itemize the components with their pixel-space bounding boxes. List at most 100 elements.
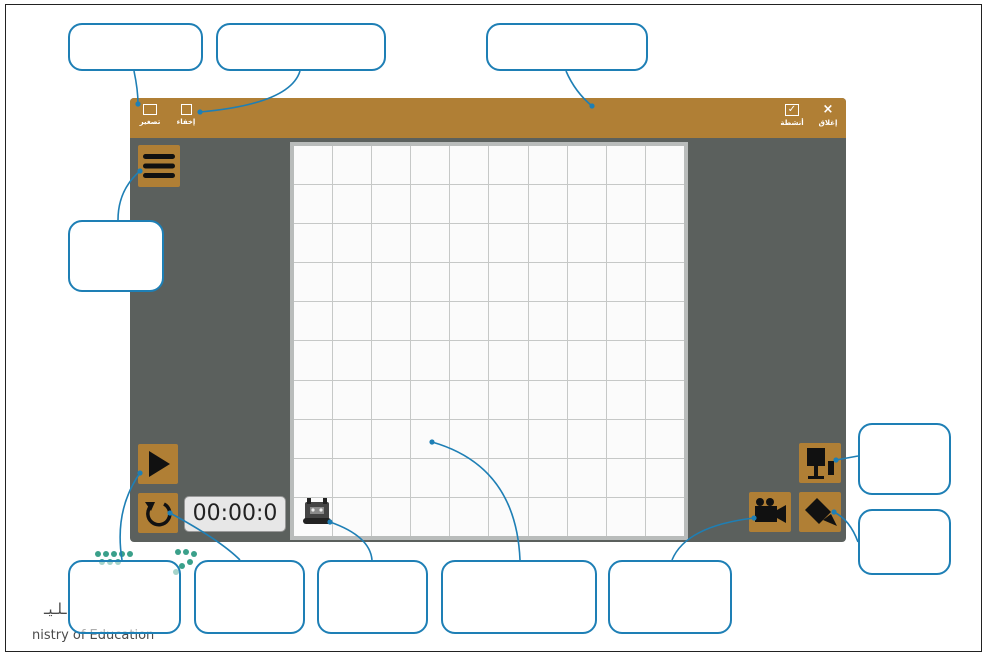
grid-cell[interactable] [567, 419, 606, 458]
grid-cell[interactable] [645, 185, 684, 224]
grid-cell[interactable] [645, 497, 684, 536]
grid-cell[interactable] [450, 458, 489, 497]
grid-cell[interactable] [606, 146, 645, 185]
grid-cell[interactable] [333, 419, 372, 458]
grid-cell[interactable] [333, 146, 372, 185]
grid-cell[interactable] [606, 458, 645, 497]
grid-cell[interactable] [567, 497, 606, 536]
grid-cell[interactable] [372, 185, 411, 224]
grid-cell[interactable] [528, 146, 567, 185]
grid-cell[interactable] [606, 185, 645, 224]
grid-cell[interactable] [333, 302, 372, 341]
grid-cell[interactable] [528, 185, 567, 224]
grid-cell[interactable] [489, 302, 528, 341]
grid-cell[interactable] [411, 224, 450, 263]
grid-cell[interactable] [450, 497, 489, 536]
grid-cell[interactable] [645, 458, 684, 497]
grid-cell[interactable] [333, 380, 372, 419]
grid-cell[interactable] [606, 380, 645, 419]
grid-cell[interactable] [372, 380, 411, 419]
grid-cell[interactable] [528, 419, 567, 458]
grid-cell[interactable] [528, 497, 567, 536]
grid-cell[interactable] [645, 263, 684, 302]
robot-icon[interactable] [302, 498, 332, 526]
grid-cell[interactable] [489, 185, 528, 224]
grid-cell[interactable] [372, 341, 411, 380]
close-button[interactable]: × إغلاق [808, 103, 846, 134]
grid-cell[interactable] [450, 341, 489, 380]
grid-cells[interactable] [294, 146, 684, 536]
grid-cell[interactable] [294, 185, 333, 224]
grid-cell[interactable] [372, 497, 411, 536]
grid-cell[interactable] [372, 302, 411, 341]
grid-cell[interactable] [333, 458, 372, 497]
grid-cell[interactable] [411, 380, 450, 419]
grid-cell[interactable] [645, 341, 684, 380]
grid-cell[interactable] [567, 380, 606, 419]
grid-cell[interactable] [372, 146, 411, 185]
grid-cell[interactable] [294, 302, 333, 341]
grid-cell[interactable] [411, 302, 450, 341]
minimize-button[interactable]: تصغير [130, 104, 170, 134]
grid-cell[interactable] [567, 185, 606, 224]
grid-cell[interactable] [294, 263, 333, 302]
grid-cell[interactable] [450, 419, 489, 458]
grid-cell[interactable] [372, 458, 411, 497]
grid-cell[interactable] [411, 458, 450, 497]
grid-cell[interactable] [606, 341, 645, 380]
grid-cell[interactable] [372, 419, 411, 458]
grid-cell[interactable] [567, 458, 606, 497]
grid-cell[interactable] [411, 263, 450, 302]
grid-cell[interactable] [489, 146, 528, 185]
grid-cell[interactable] [294, 341, 333, 380]
grid-cell[interactable] [645, 302, 684, 341]
grid-cell[interactable] [333, 263, 372, 302]
hide-button[interactable]: إخفاء [166, 104, 206, 134]
grid-board[interactable] [290, 142, 688, 540]
grid-cell[interactable] [333, 497, 372, 536]
grid-cell[interactable] [450, 146, 489, 185]
grid-cell[interactable] [489, 497, 528, 536]
play-button[interactable] [138, 444, 178, 484]
grid-cell[interactable] [528, 302, 567, 341]
grid-cell[interactable] [489, 224, 528, 263]
grid-cell[interactable] [411, 146, 450, 185]
grid-cell[interactable] [489, 380, 528, 419]
grid-cell[interactable] [645, 419, 684, 458]
grid-cell[interactable] [645, 146, 684, 185]
grid-cell[interactable] [606, 419, 645, 458]
grid-cell[interactable] [645, 224, 684, 263]
grid-cell[interactable] [567, 146, 606, 185]
grid-cell[interactable] [489, 458, 528, 497]
grid-cell[interactable] [294, 224, 333, 263]
grid-cell[interactable] [333, 185, 372, 224]
grid-cell[interactable] [528, 458, 567, 497]
grid-cell[interactable] [567, 302, 606, 341]
grid-cell[interactable] [450, 302, 489, 341]
grid-cell[interactable] [333, 224, 372, 263]
grid-cell[interactable] [606, 302, 645, 341]
grid-cell[interactable] [567, 224, 606, 263]
grid-cell[interactable] [411, 419, 450, 458]
grid-cell[interactable] [567, 341, 606, 380]
grid-cell[interactable] [489, 263, 528, 302]
grid-cell[interactable] [606, 497, 645, 536]
grid-cell[interactable] [567, 263, 606, 302]
grid-cell[interactable] [528, 263, 567, 302]
grid-cell[interactable] [645, 380, 684, 419]
grid-cell[interactable] [450, 224, 489, 263]
grid-cell[interactable] [606, 263, 645, 302]
grid-cell[interactable] [528, 341, 567, 380]
rotate-camera-button[interactable] [799, 492, 841, 532]
grid-cell[interactable] [333, 341, 372, 380]
grid-cell[interactable] [606, 224, 645, 263]
grid-cell[interactable] [528, 224, 567, 263]
grid-cell[interactable] [411, 497, 450, 536]
grid-cell[interactable] [294, 380, 333, 419]
grid-cell[interactable] [294, 458, 333, 497]
grid-cell[interactable] [372, 224, 411, 263]
grid-cell[interactable] [411, 341, 450, 380]
reset-button[interactable] [138, 493, 178, 533]
grid-cell[interactable] [450, 263, 489, 302]
grid-cell[interactable] [294, 146, 333, 185]
